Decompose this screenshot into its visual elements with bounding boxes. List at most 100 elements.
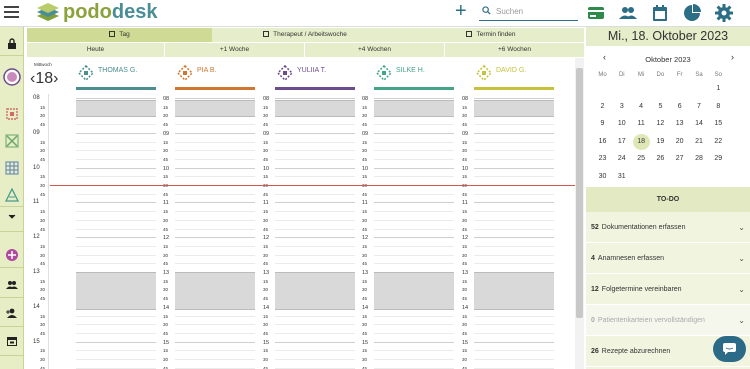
slot-line[interactable] bbox=[175, 176, 255, 178]
blocked-time[interactable] bbox=[474, 272, 554, 311]
slot-line[interactable] bbox=[474, 193, 554, 195]
slot-line[interactable] bbox=[474, 176, 554, 178]
slot-line[interactable] bbox=[175, 263, 255, 265]
blocked-time[interactable] bbox=[275, 99, 355, 118]
slot-line[interactable] bbox=[175, 332, 255, 334]
slot-line[interactable] bbox=[275, 263, 355, 265]
calendar-day[interactable]: 3 bbox=[612, 99, 631, 115]
slot-line[interactable] bbox=[76, 263, 156, 265]
todo-item[interactable]: 0 Patientenkarteien vervollständigen ⌄ bbox=[586, 305, 750, 336]
therapist-header[interactable]: YULIIA T. bbox=[275, 60, 355, 90]
therapist-header[interactable]: PIA B. bbox=[175, 60, 255, 90]
slot-line[interactable] bbox=[275, 341, 355, 343]
slot-line[interactable] bbox=[374, 341, 454, 343]
slot-line[interactable] bbox=[76, 141, 156, 143]
slot-line[interactable] bbox=[275, 202, 355, 204]
slot-line[interactable] bbox=[76, 228, 156, 230]
slot-line[interactable] bbox=[275, 324, 355, 326]
tab-therapist-week[interactable]: Therapeut / Arbeitswoche bbox=[212, 28, 398, 42]
slot-line[interactable] bbox=[474, 132, 554, 134]
slot-line[interactable] bbox=[374, 141, 454, 143]
slot-line[interactable] bbox=[275, 193, 355, 195]
slot-line[interactable] bbox=[474, 245, 554, 247]
therapist-header[interactable]: SILKE H. bbox=[374, 60, 454, 90]
slot-line[interactable] bbox=[76, 315, 156, 317]
calendar-day[interactable]: 14 bbox=[690, 116, 709, 132]
slot-line[interactable] bbox=[374, 332, 454, 334]
statistics-icon[interactable] bbox=[682, 3, 702, 23]
slot-line[interactable] bbox=[275, 158, 355, 160]
tab-find-appointment[interactable]: Termin finden bbox=[398, 28, 584, 42]
therapist-avatar-2[interactable] bbox=[3, 132, 21, 150]
users-group-icon[interactable] bbox=[3, 275, 21, 293]
slot-line[interactable] bbox=[374, 176, 454, 178]
settings-gear-icon[interactable] bbox=[714, 3, 734, 23]
slot-line[interactable] bbox=[275, 315, 355, 317]
slot-line[interactable] bbox=[275, 237, 355, 239]
slot-line[interactable] bbox=[374, 167, 454, 169]
slot-line[interactable] bbox=[474, 150, 554, 152]
slot-line[interactable] bbox=[374, 263, 454, 265]
slot-line[interactable] bbox=[374, 315, 454, 317]
slot-line[interactable] bbox=[175, 202, 255, 204]
slot-line[interactable] bbox=[474, 350, 554, 352]
plus-1-week-button[interactable]: +1 Woche bbox=[164, 43, 304, 57]
slot-line[interactable] bbox=[175, 228, 255, 230]
slot-line[interactable] bbox=[474, 202, 554, 204]
slot-line[interactable] bbox=[76, 193, 156, 195]
slot-line[interactable] bbox=[76, 176, 156, 178]
todo-item[interactable]: 52 Dokumentationen erfassen ⌄ bbox=[586, 212, 750, 243]
chevron-down-icon[interactable]: ⌄ bbox=[738, 274, 745, 305]
chat-button[interactable] bbox=[713, 336, 746, 362]
slot-line[interactable] bbox=[175, 211, 255, 213]
calendar-day[interactable]: 13 bbox=[670, 116, 689, 132]
calendar-day[interactable]: 11 bbox=[632, 116, 651, 132]
slot-line[interactable] bbox=[474, 141, 554, 143]
slot-line[interactable] bbox=[374, 132, 454, 134]
blocked-time[interactable] bbox=[275, 272, 355, 311]
slot-line[interactable] bbox=[76, 219, 156, 221]
slot-line[interactable] bbox=[76, 158, 156, 160]
slot-line[interactable] bbox=[374, 350, 454, 352]
slot-line[interactable] bbox=[374, 124, 454, 126]
calendar-day[interactable]: 12 bbox=[651, 116, 670, 132]
slot-line[interactable] bbox=[175, 359, 255, 360]
slot-line[interactable] bbox=[275, 141, 355, 143]
slot-line[interactable] bbox=[175, 350, 255, 352]
slot-line[interactable] bbox=[374, 324, 454, 326]
slot-line[interactable] bbox=[175, 141, 255, 143]
therapist-avatar-4[interactable] bbox=[3, 186, 21, 204]
calendar-day[interactable]: 31 bbox=[612, 169, 631, 185]
calendar-day[interactable]: 4 bbox=[632, 99, 651, 115]
calendar-day[interactable]: 23 bbox=[593, 151, 612, 167]
slot-line[interactable] bbox=[275, 132, 355, 134]
blocked-time[interactable] bbox=[474, 99, 554, 118]
slot-line[interactable] bbox=[275, 211, 355, 213]
therapist-header[interactable]: THOMAS G. bbox=[76, 60, 156, 90]
grid-scrollbar[interactable] bbox=[575, 58, 584, 369]
calendar-day-selected[interactable]: 18 bbox=[632, 133, 650, 150]
slot-line[interactable] bbox=[374, 245, 454, 247]
todo-item[interactable]: 4 Anamnesen erfassen ⌄ bbox=[586, 243, 750, 274]
slot-line[interactable] bbox=[374, 158, 454, 160]
add-icon[interactable]: + bbox=[455, 0, 467, 23]
slot-line[interactable] bbox=[76, 150, 156, 152]
calendar-day[interactable]: 22 bbox=[709, 134, 728, 150]
tab-day[interactable]: Tag bbox=[27, 28, 212, 42]
slot-line[interactable] bbox=[374, 237, 454, 239]
slot-line[interactable] bbox=[474, 124, 554, 126]
plus-4-weeks-button[interactable]: +4 Wochen bbox=[304, 43, 444, 57]
slot-line[interactable] bbox=[76, 324, 156, 326]
slot-line[interactable] bbox=[474, 237, 554, 239]
lock-icon[interactable] bbox=[3, 34, 21, 52]
slot-line[interactable] bbox=[76, 359, 156, 360]
calendar-day[interactable]: 1 bbox=[709, 81, 728, 97]
slot-line[interactable] bbox=[275, 150, 355, 152]
slot-line[interactable] bbox=[474, 359, 554, 360]
slot-line[interactable] bbox=[275, 167, 355, 169]
menu-icon[interactable] bbox=[4, 6, 19, 18]
calendar-day[interactable]: 21 bbox=[690, 134, 709, 150]
therapist-avatar-5[interactable] bbox=[3, 246, 21, 264]
calendar-day[interactable]: 2 bbox=[593, 99, 612, 115]
slot-line[interactable] bbox=[175, 341, 255, 343]
